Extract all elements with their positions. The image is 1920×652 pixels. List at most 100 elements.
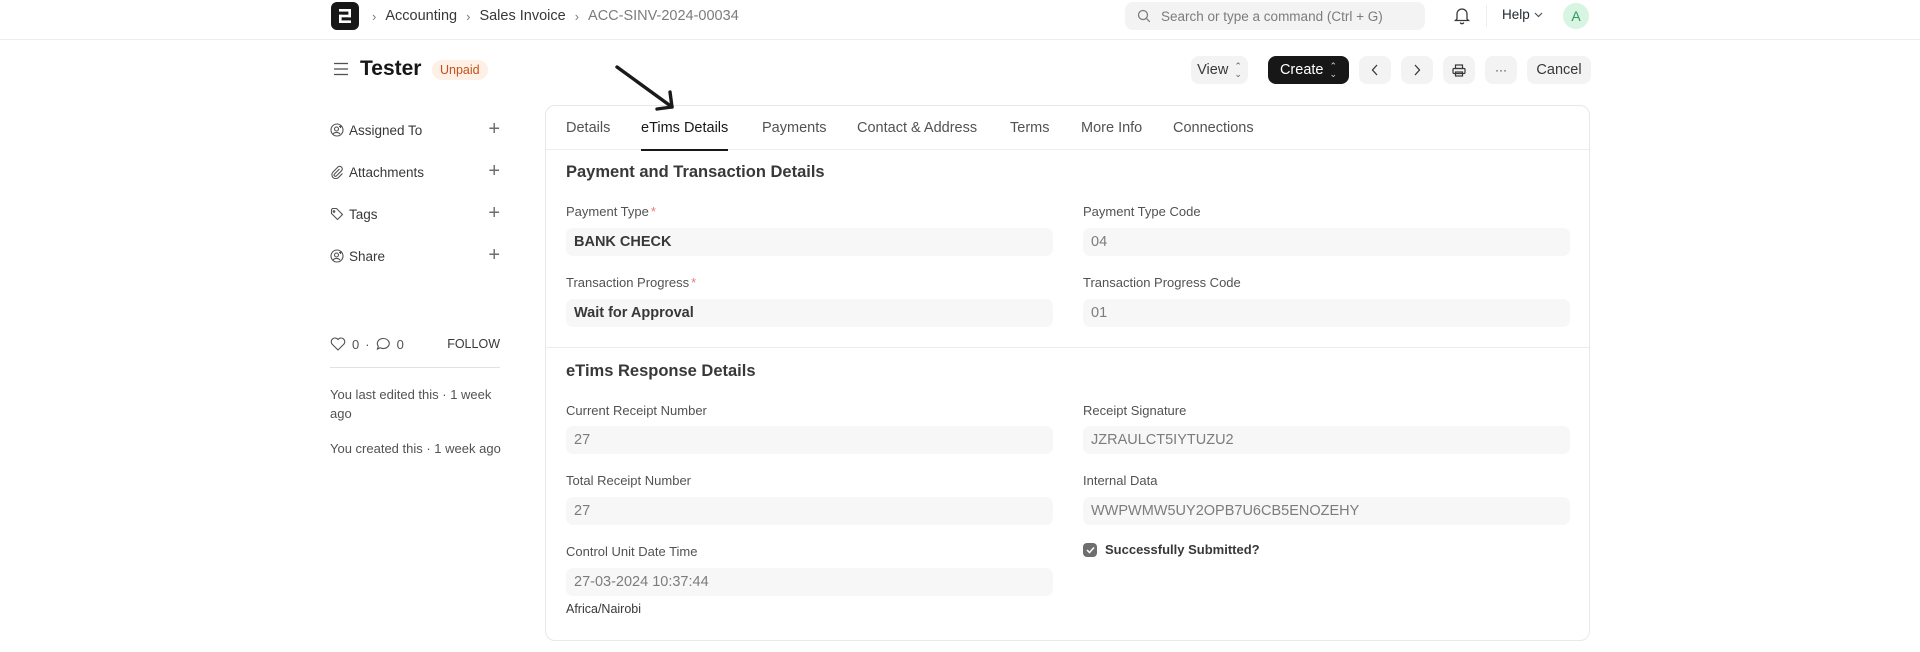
app-logo[interactable] bbox=[331, 2, 359, 30]
transaction-progress-label: Transaction Progress * bbox=[566, 275, 696, 290]
help-dropdown[interactable]: Help bbox=[1502, 7, 1543, 22]
breadcrumb-separator-icon: › bbox=[466, 8, 471, 24]
breadcrumb-current-doc[interactable]: ACC-SINV-2024-00034 bbox=[588, 8, 739, 24]
sidebar-item-attachments[interactable]: Attachments + bbox=[330, 161, 500, 183]
form-tabs: Details eTims Details Payments Contact &… bbox=[546, 106, 1589, 151]
ellipsis-icon: ··· bbox=[1495, 63, 1507, 77]
chevron-down-icon bbox=[1534, 12, 1543, 17]
status-badge: Unpaid bbox=[432, 60, 488, 80]
top-navbar: › Accounting › Sales Invoice › ACC-SINV-… bbox=[0, 0, 1920, 40]
add-assignee-plus-icon[interactable]: + bbox=[488, 119, 500, 139]
awesomebar-search[interactable] bbox=[1125, 2, 1425, 30]
bell-icon bbox=[1453, 8, 1471, 25]
chevron-left-icon bbox=[1371, 64, 1378, 76]
previous-doc-button[interactable] bbox=[1359, 56, 1391, 84]
printer-icon bbox=[1452, 63, 1466, 77]
comment-icon[interactable] bbox=[376, 337, 391, 351]
likes-comments-row: 0 · 0 FOLLOW bbox=[330, 334, 500, 354]
tag-icon bbox=[330, 207, 344, 221]
view-menu-button[interactable]: View ⌃ ⌄ bbox=[1191, 56, 1248, 84]
breadcrumb-separator-icon: › bbox=[372, 8, 377, 24]
last-edited-note: You last edited this · 1 week ago bbox=[330, 387, 492, 421]
section-title-response: eTims Response Details bbox=[566, 362, 756, 380]
sidebar-item-label: Assigned To bbox=[349, 122, 423, 138]
tab-more-info[interactable]: More Info bbox=[1081, 106, 1142, 150]
breadcrumb-sales-invoice[interactable]: Sales Invoice bbox=[479, 8, 565, 24]
breadcrumb: › Accounting › Sales Invoice › ACC-SINV-… bbox=[372, 0, 748, 32]
paperclip-icon bbox=[331, 165, 343, 179]
payment-type-code-label: Payment Type Code bbox=[1083, 204, 1201, 219]
payment-type-code-field[interactable]: 04 bbox=[1083, 228, 1570, 256]
transaction-progress-code-field[interactable]: 01 bbox=[1083, 299, 1570, 327]
search-icon bbox=[1137, 9, 1151, 23]
hamburger-menu-icon bbox=[334, 62, 348, 76]
tab-contact-address[interactable]: Contact & Address bbox=[857, 106, 977, 150]
transaction-progress-field[interactable]: Wait for Approval bbox=[566, 299, 1053, 327]
next-doc-button[interactable] bbox=[1401, 56, 1433, 84]
select-updown-icon: ⌃ ⌄ bbox=[1329, 61, 1338, 79]
required-asterisk: * bbox=[691, 275, 697, 290]
add-attachment-plus-icon[interactable]: + bbox=[488, 161, 500, 181]
sidebar-item-share[interactable]: Share + bbox=[330, 245, 500, 267]
internal-data-field[interactable]: WWPWMW5UY2OPB7U6CB5ENOZEHY bbox=[1083, 497, 1570, 525]
receipt-signature-field[interactable]: JZRAULCT5IYTUZU2 bbox=[1083, 426, 1570, 454]
checkmark-icon bbox=[1085, 546, 1095, 554]
tab-etims-details[interactable]: eTims Details bbox=[641, 106, 729, 151]
control-unit-date-time-field[interactable]: 27-03-2024 10:37:44 bbox=[566, 568, 1053, 596]
created-note: You created this · 1 week ago bbox=[330, 441, 501, 456]
heart-icon[interactable] bbox=[330, 337, 346, 351]
payment-type-label: Payment Type * bbox=[566, 204, 656, 219]
total-receipt-number-label: Total Receipt Number bbox=[566, 473, 691, 488]
search-input[interactable] bbox=[1161, 8, 1411, 24]
cancel-button[interactable]: Cancel bbox=[1527, 56, 1591, 84]
successfully-submitted-label: Successfully Submitted? bbox=[1105, 542, 1260, 557]
control-unit-date-time-label: Control Unit Date Time bbox=[566, 544, 698, 559]
tab-payments[interactable]: Payments bbox=[762, 106, 826, 150]
receipt-signature-label: Receipt Signature bbox=[1083, 403, 1187, 418]
current-receipt-number-field[interactable]: 27 bbox=[566, 426, 1053, 454]
help-label: Help bbox=[1502, 7, 1530, 22]
sidebar-item-assigned-to[interactable]: Assigned To + bbox=[330, 119, 500, 141]
sidebar-toggle[interactable] bbox=[333, 62, 349, 81]
likes-count: 0 bbox=[352, 336, 360, 352]
current-receipt-number-label: Current Receipt Number bbox=[566, 403, 707, 418]
tab-details[interactable]: Details bbox=[566, 106, 610, 150]
stats-separator: · bbox=[365, 336, 370, 352]
tab-connections[interactable]: Connections bbox=[1173, 106, 1254, 150]
tab-terms[interactable]: Terms bbox=[1010, 106, 1049, 150]
transaction-progress-code-label: Transaction Progress Code bbox=[1083, 275, 1241, 290]
create-menu-button[interactable]: Create ⌃ ⌄ bbox=[1268, 56, 1349, 84]
breadcrumb-accounting[interactable]: Accounting bbox=[385, 8, 457, 24]
timezone-label: Africa/Nairobi bbox=[566, 602, 642, 616]
comments-count: 0 bbox=[396, 336, 404, 352]
add-tag-plus-icon[interactable]: + bbox=[488, 203, 500, 223]
breadcrumb-separator-icon: › bbox=[574, 8, 580, 24]
successfully-submitted-checkbox-row[interactable]: Successfully Submitted? bbox=[1083, 542, 1260, 557]
assign-user-icon bbox=[330, 123, 344, 137]
print-button[interactable] bbox=[1443, 56, 1475, 84]
sidebar-divider bbox=[330, 367, 500, 368]
sidebar-item-label: Share bbox=[349, 248, 386, 264]
successfully-submitted-checkbox[interactable] bbox=[1083, 542, 1097, 557]
share-plus-icon[interactable]: + bbox=[488, 245, 500, 265]
share-user-icon bbox=[330, 249, 344, 263]
total-receipt-number-field[interactable]: 27 bbox=[566, 497, 1053, 525]
cancel-label: Cancel bbox=[1536, 62, 1582, 78]
required-asterisk: * bbox=[650, 204, 656, 219]
payment-type-field[interactable]: BANK CHECK bbox=[566, 228, 1053, 256]
notifications-button[interactable] bbox=[1453, 6, 1471, 30]
navbar-divider bbox=[1486, 5, 1487, 27]
chevron-right-icon bbox=[1414, 64, 1421, 76]
more-actions-button[interactable]: ··· bbox=[1485, 56, 1517, 84]
form-card: Details eTims Details Payments Contact &… bbox=[545, 105, 1590, 641]
section-divider bbox=[546, 347, 1589, 348]
payment-type-label-text: Payment Type bbox=[566, 204, 649, 219]
sidebar-item-tags[interactable]: Tags + bbox=[330, 203, 500, 225]
follow-button[interactable]: FOLLOW bbox=[447, 337, 500, 351]
user-avatar[interactable]: A bbox=[1563, 3, 1589, 29]
internal-data-label: Internal Data bbox=[1083, 473, 1158, 488]
view-label: View bbox=[1197, 62, 1229, 78]
section-title-payment: Payment and Transaction Details bbox=[566, 163, 825, 181]
select-updown-icon: ⌃ ⌄ bbox=[1234, 61, 1242, 79]
sidebar-item-label: Tags bbox=[349, 206, 378, 222]
